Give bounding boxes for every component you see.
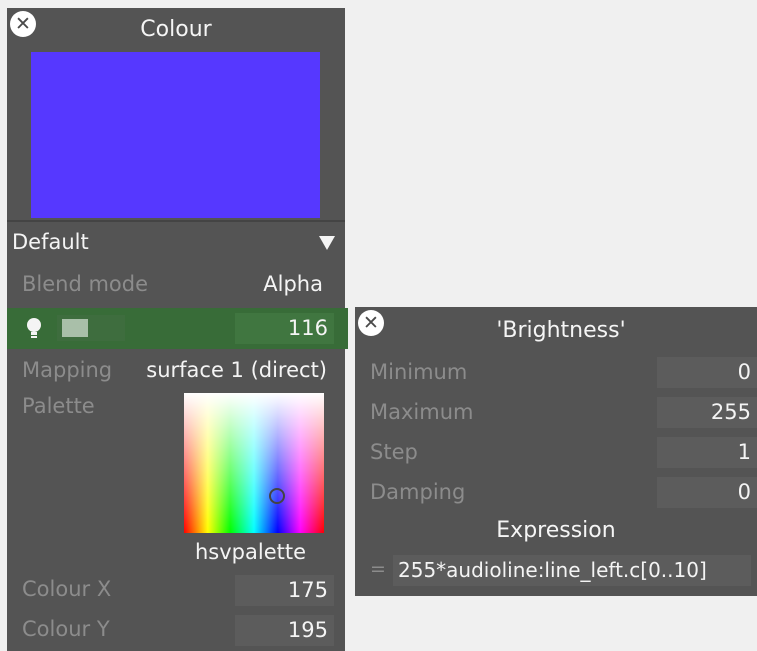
brightness-row[interactable]: 116 [7,308,348,349]
damping-row[interactable]: Damping 0 [355,475,757,513]
maximum-row[interactable]: Maximum 255 [355,395,757,433]
palette-name: hsvpalette [195,540,307,564]
brightness-slider[interactable] [57,315,125,341]
hsv-palette-picker[interactable] [184,393,324,533]
damping-label: Damping [370,480,466,504]
expression-field[interactable]: 255*audioline:line_left.c[0..10] [393,555,751,586]
step-field[interactable]: 1 [657,437,757,468]
mapping-value[interactable]: surface 1 (direct) [146,358,327,382]
colour-x-field[interactable]: 175 [235,575,334,606]
colour-panel: ✕ Colour Default Blend mode Alpha 116 Ma… [7,8,348,651]
colour-x-row[interactable]: Colour X 175 [7,570,345,610]
expression-heading: Expression [496,518,616,543]
dropdown-triangle-icon [319,236,335,250]
blend-mode-value[interactable]: Alpha [263,272,323,296]
colour-swatch[interactable] [31,52,320,218]
mapping-row[interactable]: Mapping surface 1 (direct) [7,351,345,391]
colour-y-label: Colour Y [22,617,110,641]
minimum-field[interactable]: 0 [657,357,757,388]
palette-cursor[interactable] [269,488,285,504]
expression-prefix: = [370,558,386,580]
colour-panel-title: Colour [140,17,212,42]
blend-mode-label: Blend mode [22,272,149,296]
maximum-label: Maximum [370,400,474,424]
colour-y-row[interactable]: Colour Y 195 [7,610,345,650]
brightness-value-field[interactable]: 116 [235,313,334,344]
divider [7,220,345,222]
mapping-label: Mapping [22,358,113,382]
brightness-slider-fill [62,319,88,337]
brightness-panel-title: 'Brightness' [496,318,626,343]
expression-row[interactable]: = 255*audioline:line_left.c[0..10] [355,553,757,591]
brightness-panel: ✕ 'Brightness' Minimum 0 Maximum 255 Ste… [355,307,757,596]
minimum-row[interactable]: Minimum 0 [355,355,757,393]
preset-dropdown[interactable]: Default [7,224,345,264]
step-row[interactable]: Step 1 [355,435,757,473]
damping-field[interactable]: 0 [657,477,757,508]
maximum-field[interactable]: 255 [657,397,757,428]
colour-x-label: Colour X [22,577,112,601]
blend-mode-row[interactable]: Blend mode Alpha [7,266,345,306]
colour-y-field[interactable]: 195 [235,615,334,646]
palette-label: Palette [22,394,95,418]
step-label: Step [370,440,418,464]
lightbulb-icon [25,317,43,341]
minimum-label: Minimum [370,360,468,384]
preset-value: Default [12,230,89,254]
